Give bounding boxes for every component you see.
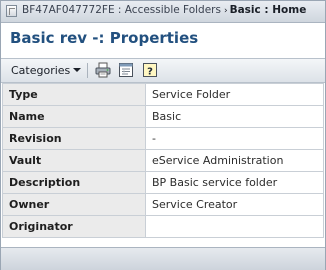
property-key: Revision (2, 127, 146, 150)
table-row: Type Service Folder (2, 83, 324, 106)
property-value: Service Folder (145, 83, 324, 106)
export-icon (119, 63, 133, 77)
property-value (145, 215, 324, 238)
property-key: Name (2, 105, 146, 128)
svg-text:?: ? (147, 67, 153, 78)
toolbar-divider (87, 63, 88, 78)
property-value: Service Creator (145, 193, 324, 216)
page-title: Basic rev -: Properties (10, 29, 199, 47)
page-icon (6, 5, 17, 17)
breadcrumb: BF47AF047772FE : Accessible Folders › Basi… (1, 1, 325, 23)
property-key: Description (2, 171, 146, 194)
table-row: Description BP Basic service folder (2, 171, 324, 194)
breadcrumb-arrow-icon: › (223, 6, 228, 16)
table-row: Originator (2, 215, 324, 238)
export-button[interactable] (118, 62, 134, 78)
property-key: Type (2, 83, 146, 106)
property-key: Owner (2, 193, 146, 216)
property-key: Vault (2, 149, 146, 172)
breadcrumb-path[interactable]: BF47AF047772FE : Accessible Folders (22, 4, 221, 16)
table-row: Vault eService Administration (2, 149, 324, 172)
help-icon: ? (143, 63, 157, 78)
property-key: Originator (2, 215, 146, 238)
properties-table: Type Service Folder Name Basic Revision … (2, 83, 324, 238)
property-value: Basic (145, 105, 324, 128)
breadcrumb-current: Basic : Home (229, 4, 307, 16)
categories-menu[interactable]: Categories (11, 64, 82, 77)
categories-label: Categories (11, 64, 71, 77)
print-icon (95, 62, 111, 78)
table-row: Name Basic (2, 105, 324, 128)
print-button[interactable] (95, 62, 111, 78)
property-value: eService Administration (145, 149, 324, 172)
property-value: BP Basic service folder (145, 171, 324, 194)
chevron-down-icon (73, 68, 82, 72)
properties-window: BF47AF047772FE : Accessible Folders › Basi… (0, 0, 326, 270)
help-button[interactable]: ? (142, 62, 158, 78)
footer-bar (1, 247, 325, 270)
property-value: - (145, 127, 324, 150)
table-row: Owner Service Creator (2, 193, 324, 216)
toolbar: Categories ? (1, 58, 325, 83)
table-row: Revision - (2, 127, 324, 150)
